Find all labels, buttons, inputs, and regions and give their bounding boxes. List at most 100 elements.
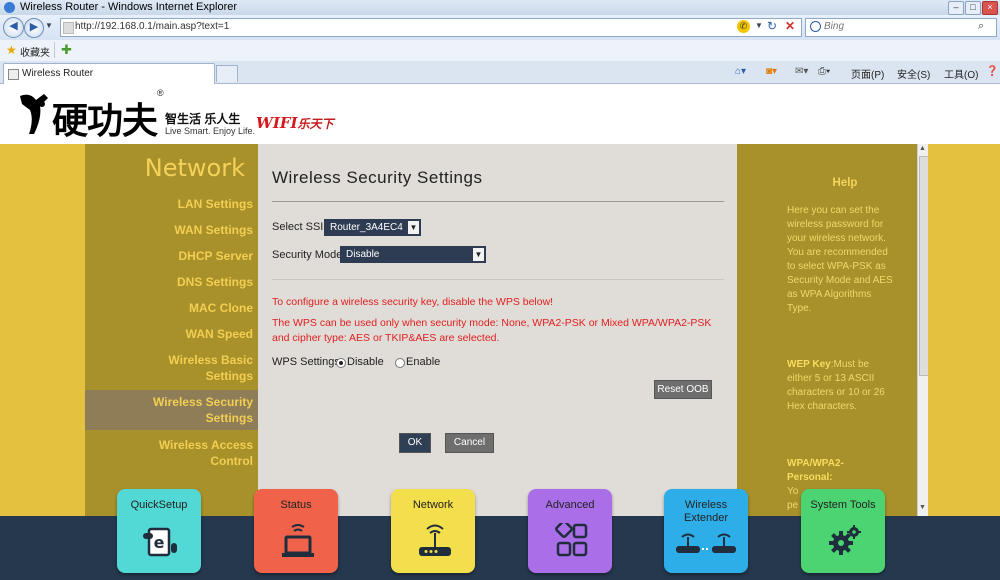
wps-settings-label: WPS Settings: [272, 356, 340, 368]
compat-view-icon[interactable]: ✆: [737, 20, 750, 33]
address-text: http://192.168.0.1/main.asp?text=1: [75, 21, 230, 32]
reset-oob-button[interactable]: Reset OOB: [654, 380, 712, 399]
help-line: You are recommended: [787, 247, 888, 258]
chevron-down-icon: ▼: [473, 248, 484, 261]
tab-bar: Wireless Router ⌂▾ ◙▾ ✉▾ ⎙▾ 页面(P) 安全(S) …: [0, 61, 1000, 84]
tile-quicksetup[interactable]: QuickSetup e: [117, 489, 201, 573]
back-button[interactable]: ◀: [3, 17, 24, 38]
sidebar-item-wireless-access[interactable]: Wireless Access Control: [159, 437, 253, 469]
security-mode-label: Security Mode: [272, 249, 343, 261]
home-icon[interactable]: ⌂▾: [735, 66, 746, 77]
wps-disable-radio[interactable]: [336, 358, 346, 368]
mail-icon[interactable]: ✉▾: [795, 66, 808, 77]
sidebar-item-wan-settings[interactable]: WAN Settings: [174, 222, 253, 238]
wps-enable-radio[interactable]: [395, 358, 405, 368]
help-line: Here you can set the: [787, 205, 880, 216]
tile-wireless-extender[interactable]: Wireless Extender: [664, 489, 748, 573]
wps-enable-label: Enable: [406, 356, 441, 368]
new-tab-button[interactable]: [216, 65, 238, 82]
ie-icon: [4, 2, 15, 13]
brand-logo-text: 硬功夫: [52, 100, 158, 142]
favorites-star-icon[interactable]: ★: [6, 43, 17, 57]
chevron-down-icon: ▼: [408, 221, 419, 234]
tile-advanced[interactable]: Advanced: [528, 489, 612, 573]
router-icon: [419, 524, 451, 556]
sidebar-item-dns-settings[interactable]: DNS Settings: [177, 274, 253, 290]
help-line: :Must be: [830, 359, 870, 370]
print-icon[interactable]: ⎙▾: [818, 66, 830, 77]
help-line: as WPA Algorithms: [787, 289, 872, 300]
favorites-label[interactable]: 收藏夹: [20, 44, 50, 59]
search-input[interactable]: Bing ⌕: [805, 18, 997, 37]
sidebar-item-wan-speed[interactable]: WAN Speed: [186, 326, 253, 342]
tile-label: Advanced: [545, 499, 595, 511]
gear-icon: [829, 525, 861, 555]
feeds-icon[interactable]: ◙▾: [766, 66, 777, 77]
sidebar-item-label: Control: [210, 454, 253, 468]
sidebar-item-wireless-security[interactable]: Wireless Security Settings: [153, 394, 253, 426]
help-line: Hex characters.: [787, 401, 858, 412]
sidebar-nav: Network LAN Settings WAN Settings DHCP S…: [85, 144, 258, 516]
registered-mark: ®: [157, 88, 164, 98]
refresh-icon[interactable]: ↻: [767, 19, 777, 33]
help-icon[interactable]: ❓: [986, 66, 998, 77]
safety-menu[interactable]: 安全(S): [897, 66, 930, 81]
page-title: Wireless Security Settings: [272, 168, 483, 187]
help-wep-key: WEP Key:Must be either 5 or 13 ASCII cha…: [787, 358, 912, 414]
add-favorites-icon[interactable]: ✚: [61, 42, 72, 58]
window-title: Wireless Router - Windows Internet Explo…: [20, 1, 238, 13]
quicksetup-icon: e: [143, 527, 177, 557]
help-line: characters or 10 or 26: [787, 387, 885, 398]
page-menu[interactable]: 页面(P): [851, 66, 884, 81]
sidebar-item-lan-settings[interactable]: LAN Settings: [178, 196, 253, 212]
address-input[interactable]: http://192.168.0.1/main.asp?text=1 ✆ ▼ ↻…: [60, 18, 802, 37]
slogan-cn: 智生活 乐人生: [165, 112, 241, 126]
sidebar-item-wireless-basic[interactable]: Wireless Basic Settings: [168, 352, 253, 384]
wpa-term: WPA/WPA2-: [787, 458, 844, 469]
scroll-down-icon[interactable]: ▼: [919, 504, 926, 511]
search-go-icon[interactable]: ⌕: [978, 20, 984, 33]
cancel-button[interactable]: Cancel: [445, 433, 494, 453]
ok-button[interactable]: OK: [399, 433, 431, 453]
sidebar-item-mac-clone[interactable]: MAC Clone: [189, 300, 253, 316]
tile-label: QuickSetup: [130, 499, 188, 511]
wpa-term: Personal:: [787, 472, 833, 483]
window-titlebar: Wireless Router - Windows Internet Explo…: [0, 0, 1000, 15]
divider: [272, 279, 724, 280]
forward-button[interactable]: ▶: [24, 18, 44, 38]
wps-condition-line2: and cipher type: AES or TKIP&AES are sel…: [272, 332, 500, 344]
background-stripe-right: [928, 144, 1000, 516]
tile-network[interactable]: Network: [391, 489, 475, 573]
security-mode-select[interactable]: Disable ▼: [340, 246, 486, 263]
kungfu-figure-icon: [20, 94, 48, 134]
sidebar-item-label: Settings: [205, 411, 253, 425]
sidebar-item-label: Wireless Access: [158, 438, 253, 452]
favorites-bar: ★ 收藏夹 ✚: [0, 40, 1000, 62]
history-dropdown-icon[interactable]: ▼: [45, 21, 53, 30]
scroll-up-icon[interactable]: ▲: [919, 145, 926, 152]
help-line: your wireless network.: [787, 233, 886, 244]
ssid-select[interactable]: Router_3A4EC4 ▼: [324, 219, 421, 236]
tile-label: Wireless Extender: [664, 499, 748, 525]
ssid-selected-value: Router_3A4EC4: [330, 222, 403, 233]
help-panel: Help Here you can set the wireless passw…: [737, 144, 917, 516]
security-mode-selected-value: Disable: [346, 249, 380, 260]
sidebar-item-label: Settings: [205, 369, 253, 383]
stop-icon[interactable]: ✕: [785, 19, 795, 33]
tile-status[interactable]: Status: [254, 489, 338, 573]
tab-wireless-router[interactable]: Wireless Router: [3, 63, 215, 84]
tile-label-line: Wireless: [684, 499, 728, 511]
tile-system-tools[interactable]: System Tools: [801, 489, 885, 573]
tools-menu[interactable]: 工具(O): [944, 66, 978, 81]
tile-label: Status: [280, 499, 312, 511]
maximize-button[interactable]: □: [965, 1, 981, 15]
close-window-button[interactable]: ×: [982, 1, 998, 15]
help-line: wireless password for: [787, 219, 884, 230]
bing-search-icon: [810, 21, 821, 32]
divider: [272, 201, 724, 202]
minimize-button[interactable]: –: [948, 1, 964, 15]
address-dropdown-icon[interactable]: ▼: [755, 21, 763, 30]
help-line: Type.: [787, 303, 812, 314]
extender-icon: [676, 533, 736, 553]
sidebar-item-dhcp-server[interactable]: DHCP Server: [179, 248, 253, 264]
